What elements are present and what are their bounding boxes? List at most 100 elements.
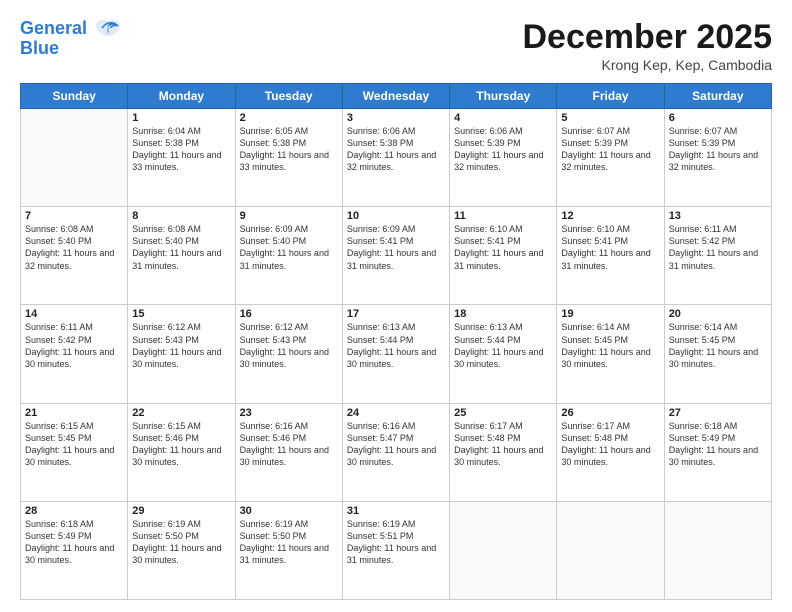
col-header-tuesday: Tuesday bbox=[235, 84, 342, 109]
day-number: 18 bbox=[454, 308, 552, 320]
logo-bird-icon bbox=[94, 18, 122, 40]
calendar-cell: 28 Sunrise: 6:18 AMSunset: 5:49 PMDaylig… bbox=[21, 501, 128, 599]
col-header-monday: Monday bbox=[128, 84, 235, 109]
calendar-cell: 11 Sunrise: 6:10 AMSunset: 5:41 PMDaylig… bbox=[450, 207, 557, 305]
calendar-week-3: 14 Sunrise: 6:11 AMSunset: 5:42 PMDaylig… bbox=[21, 305, 772, 403]
calendar-cell: 6 Sunrise: 6:07 AMSunset: 5:39 PMDayligh… bbox=[664, 109, 771, 207]
day-number: 9 bbox=[240, 210, 338, 222]
day-info: Sunrise: 6:04 AMSunset: 5:38 PMDaylight:… bbox=[132, 125, 230, 174]
day-number: 28 bbox=[25, 505, 123, 517]
header: General Blue December 2025 Krong Kep, Ke… bbox=[20, 18, 772, 73]
calendar-cell: 25 Sunrise: 6:17 AMSunset: 5:48 PMDaylig… bbox=[450, 403, 557, 501]
day-number: 29 bbox=[132, 505, 230, 517]
calendar-cell: 31 Sunrise: 6:19 AMSunset: 5:51 PMDaylig… bbox=[342, 501, 449, 599]
calendar-cell bbox=[557, 501, 664, 599]
day-info: Sunrise: 6:14 AMSunset: 5:45 PMDaylight:… bbox=[669, 321, 767, 370]
day-info: Sunrise: 6:07 AMSunset: 5:39 PMDaylight:… bbox=[561, 125, 659, 174]
col-header-wednesday: Wednesday bbox=[342, 84, 449, 109]
calendar-cell bbox=[664, 501, 771, 599]
calendar-cell: 4 Sunrise: 6:06 AMSunset: 5:39 PMDayligh… bbox=[450, 109, 557, 207]
calendar-week-1: 1 Sunrise: 6:04 AMSunset: 5:38 PMDayligh… bbox=[21, 109, 772, 207]
day-info: Sunrise: 6:19 AMSunset: 5:50 PMDaylight:… bbox=[240, 518, 338, 567]
day-info: Sunrise: 6:05 AMSunset: 5:38 PMDaylight:… bbox=[240, 125, 338, 174]
day-info: Sunrise: 6:16 AMSunset: 5:46 PMDaylight:… bbox=[240, 420, 338, 469]
day-number: 12 bbox=[561, 210, 659, 222]
day-number: 22 bbox=[132, 407, 230, 419]
day-number: 17 bbox=[347, 308, 445, 320]
calendar-week-5: 28 Sunrise: 6:18 AMSunset: 5:49 PMDaylig… bbox=[21, 501, 772, 599]
calendar-cell: 9 Sunrise: 6:09 AMSunset: 5:40 PMDayligh… bbox=[235, 207, 342, 305]
day-number: 5 bbox=[561, 112, 659, 124]
day-number: 6 bbox=[669, 112, 767, 124]
day-number: 7 bbox=[25, 210, 123, 222]
day-info: Sunrise: 6:14 AMSunset: 5:45 PMDaylight:… bbox=[561, 321, 659, 370]
calendar-week-4: 21 Sunrise: 6:15 AMSunset: 5:45 PMDaylig… bbox=[21, 403, 772, 501]
logo-text: General bbox=[20, 18, 122, 40]
calendar-cell: 29 Sunrise: 6:19 AMSunset: 5:50 PMDaylig… bbox=[128, 501, 235, 599]
calendar-cell: 14 Sunrise: 6:11 AMSunset: 5:42 PMDaylig… bbox=[21, 305, 128, 403]
day-info: Sunrise: 6:09 AMSunset: 5:41 PMDaylight:… bbox=[347, 223, 445, 272]
logo-general: General bbox=[20, 18, 87, 38]
calendar-cell bbox=[21, 109, 128, 207]
day-number: 16 bbox=[240, 308, 338, 320]
calendar-cell: 18 Sunrise: 6:13 AMSunset: 5:44 PMDaylig… bbox=[450, 305, 557, 403]
logo-blue: Blue bbox=[20, 38, 122, 59]
day-info: Sunrise: 6:06 AMSunset: 5:38 PMDaylight:… bbox=[347, 125, 445, 174]
day-number: 30 bbox=[240, 505, 338, 517]
calendar-cell: 24 Sunrise: 6:16 AMSunset: 5:47 PMDaylig… bbox=[342, 403, 449, 501]
calendar-cell: 8 Sunrise: 6:08 AMSunset: 5:40 PMDayligh… bbox=[128, 207, 235, 305]
day-number: 26 bbox=[561, 407, 659, 419]
day-number: 31 bbox=[347, 505, 445, 517]
calendar-cell: 10 Sunrise: 6:09 AMSunset: 5:41 PMDaylig… bbox=[342, 207, 449, 305]
logo: General Blue bbox=[20, 18, 122, 59]
calendar-cell: 26 Sunrise: 6:17 AMSunset: 5:48 PMDaylig… bbox=[557, 403, 664, 501]
day-info: Sunrise: 6:09 AMSunset: 5:40 PMDaylight:… bbox=[240, 223, 338, 272]
day-number: 2 bbox=[240, 112, 338, 124]
day-info: Sunrise: 6:10 AMSunset: 5:41 PMDaylight:… bbox=[561, 223, 659, 272]
day-number: 20 bbox=[669, 308, 767, 320]
calendar-cell: 12 Sunrise: 6:10 AMSunset: 5:41 PMDaylig… bbox=[557, 207, 664, 305]
day-info: Sunrise: 6:12 AMSunset: 5:43 PMDaylight:… bbox=[240, 321, 338, 370]
day-number: 21 bbox=[25, 407, 123, 419]
col-header-sunday: Sunday bbox=[21, 84, 128, 109]
day-info: Sunrise: 6:08 AMSunset: 5:40 PMDaylight:… bbox=[25, 223, 123, 272]
day-number: 1 bbox=[132, 112, 230, 124]
col-header-friday: Friday bbox=[557, 84, 664, 109]
calendar-table: SundayMondayTuesdayWednesdayThursdayFrid… bbox=[20, 83, 772, 600]
day-info: Sunrise: 6:10 AMSunset: 5:41 PMDaylight:… bbox=[454, 223, 552, 272]
calendar-week-2: 7 Sunrise: 6:08 AMSunset: 5:40 PMDayligh… bbox=[21, 207, 772, 305]
page: General Blue December 2025 Krong Kep, Ke… bbox=[0, 0, 792, 612]
day-info: Sunrise: 6:13 AMSunset: 5:44 PMDaylight:… bbox=[347, 321, 445, 370]
calendar-cell: 17 Sunrise: 6:13 AMSunset: 5:44 PMDaylig… bbox=[342, 305, 449, 403]
day-info: Sunrise: 6:15 AMSunset: 5:46 PMDaylight:… bbox=[132, 420, 230, 469]
calendar-cell: 7 Sunrise: 6:08 AMSunset: 5:40 PMDayligh… bbox=[21, 207, 128, 305]
calendar-header-row: SundayMondayTuesdayWednesdayThursdayFrid… bbox=[21, 84, 772, 109]
calendar-cell bbox=[450, 501, 557, 599]
month-title: December 2025 bbox=[522, 18, 772, 57]
calendar-cell: 16 Sunrise: 6:12 AMSunset: 5:43 PMDaylig… bbox=[235, 305, 342, 403]
calendar-cell: 22 Sunrise: 6:15 AMSunset: 5:46 PMDaylig… bbox=[128, 403, 235, 501]
day-info: Sunrise: 6:08 AMSunset: 5:40 PMDaylight:… bbox=[132, 223, 230, 272]
col-header-saturday: Saturday bbox=[664, 84, 771, 109]
calendar-cell: 19 Sunrise: 6:14 AMSunset: 5:45 PMDaylig… bbox=[557, 305, 664, 403]
day-number: 15 bbox=[132, 308, 230, 320]
day-info: Sunrise: 6:18 AMSunset: 5:49 PMDaylight:… bbox=[25, 518, 123, 567]
calendar-cell: 13 Sunrise: 6:11 AMSunset: 5:42 PMDaylig… bbox=[664, 207, 771, 305]
day-info: Sunrise: 6:19 AMSunset: 5:51 PMDaylight:… bbox=[347, 518, 445, 567]
day-number: 11 bbox=[454, 210, 552, 222]
day-number: 8 bbox=[132, 210, 230, 222]
day-number: 13 bbox=[669, 210, 767, 222]
title-block: December 2025 Krong Kep, Kep, Cambodia bbox=[522, 18, 772, 73]
calendar-cell: 5 Sunrise: 6:07 AMSunset: 5:39 PMDayligh… bbox=[557, 109, 664, 207]
day-number: 24 bbox=[347, 407, 445, 419]
calendar-cell: 23 Sunrise: 6:16 AMSunset: 5:46 PMDaylig… bbox=[235, 403, 342, 501]
day-info: Sunrise: 6:07 AMSunset: 5:39 PMDaylight:… bbox=[669, 125, 767, 174]
day-info: Sunrise: 6:11 AMSunset: 5:42 PMDaylight:… bbox=[25, 321, 123, 370]
day-number: 25 bbox=[454, 407, 552, 419]
day-info: Sunrise: 6:17 AMSunset: 5:48 PMDaylight:… bbox=[454, 420, 552, 469]
day-info: Sunrise: 6:11 AMSunset: 5:42 PMDaylight:… bbox=[669, 223, 767, 272]
day-info: Sunrise: 6:19 AMSunset: 5:50 PMDaylight:… bbox=[132, 518, 230, 567]
day-info: Sunrise: 6:18 AMSunset: 5:49 PMDaylight:… bbox=[669, 420, 767, 469]
day-number: 3 bbox=[347, 112, 445, 124]
day-info: Sunrise: 6:13 AMSunset: 5:44 PMDaylight:… bbox=[454, 321, 552, 370]
